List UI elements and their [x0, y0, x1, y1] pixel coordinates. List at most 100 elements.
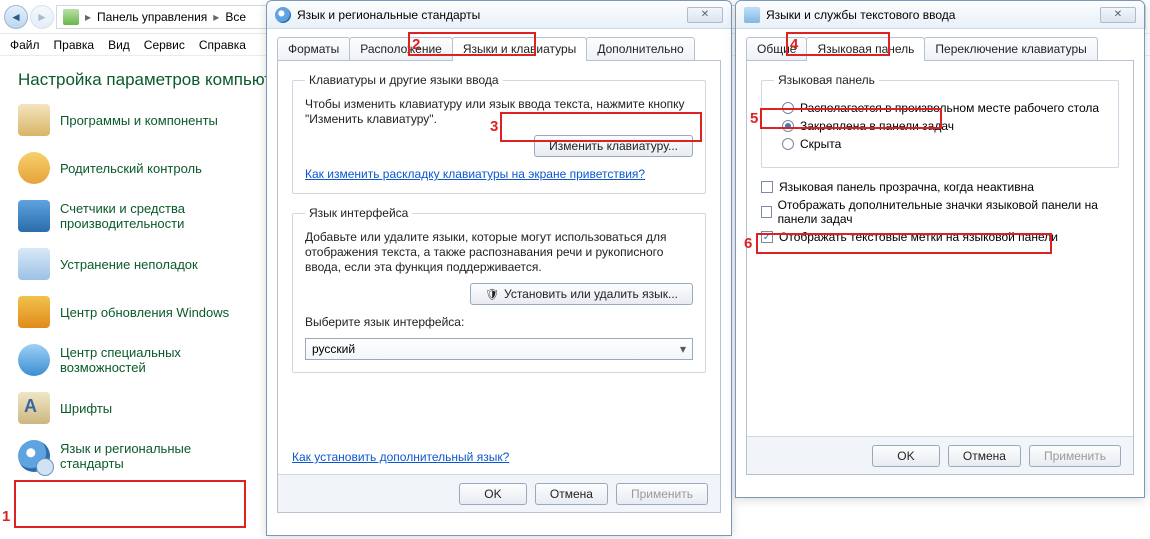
close-button[interactable]: ✕: [687, 7, 723, 23]
cp-item-windows-update[interactable]: Центр обновления Windows: [18, 296, 256, 328]
cp-item-label: Счетчики и средства производительности: [60, 201, 256, 231]
nav-back-button[interactable]: ◄: [4, 5, 28, 29]
cp-item-accessibility[interactable]: Центр специальных возможностей: [18, 344, 256, 376]
dialog-footer: OK Отмена Применить: [747, 436, 1133, 474]
ok-button[interactable]: OK: [459, 483, 527, 505]
dialog-titlebar[interactable]: Язык и региональные стандарты ✕: [267, 1, 731, 29]
callout-number: 2: [412, 36, 420, 53]
cp-item-label: Язык и региональные стандарты: [60, 441, 256, 471]
radio-icon: [782, 120, 794, 132]
callout-number: 6: [744, 235, 752, 252]
nav-fwd-button[interactable]: ►: [30, 5, 54, 29]
cp-item-counters[interactable]: Счетчики и средства производительности: [18, 200, 256, 232]
callout-number: 1: [2, 508, 10, 525]
cp-item-parental[interactable]: Родительский контроль: [18, 152, 256, 184]
checkbox-icon: [761, 206, 772, 218]
group-legend: Язык интерфейса: [305, 206, 412, 220]
cancel-button[interactable]: Отмена: [535, 483, 608, 505]
parental-icon: [18, 152, 50, 184]
globe-icon: [275, 7, 291, 23]
callout-number: 4: [790, 36, 798, 53]
cp-item-fonts[interactable]: Шрифты: [18, 392, 256, 424]
callout-number: 3: [490, 118, 498, 135]
close-button[interactable]: ✕: [1100, 7, 1136, 23]
select-label: Выберите язык интерфейса:: [305, 315, 693, 330]
radio-hidden[interactable]: Скрыта: [782, 137, 1106, 151]
keyboards-group: Клавиатуры и другие языки ввода Чтобы из…: [292, 73, 706, 194]
radio-icon: [782, 138, 794, 150]
group-legend: Языковая панель: [774, 73, 879, 87]
check-transparent[interactable]: Языковая панель прозрачна, когда неактив…: [761, 180, 1119, 194]
cancel-button[interactable]: Отмена: [948, 445, 1021, 467]
check-label: Языковая панель прозрачна, когда неактив…: [779, 180, 1034, 194]
region-dialog: Язык и региональные стандарты ✕ Форматы …: [266, 0, 732, 536]
tab-location[interactable]: Расположение: [349, 37, 453, 60]
ok-button[interactable]: OK: [872, 445, 940, 467]
programs-icon: [18, 104, 50, 136]
ui-language-select[interactable]: русский ▾: [305, 338, 693, 360]
check-text-labels[interactable]: Отображать текстовые метки на языковой п…: [761, 230, 1119, 244]
group-legend: Клавиатуры и другие языки ввода: [305, 73, 503, 87]
menu-help[interactable]: Справка: [199, 38, 246, 52]
dialog-titlebar[interactable]: Языки и службы текстового ввода ✕: [736, 1, 1144, 29]
checkbox-icon: [761, 181, 773, 193]
check-label: Отображать текстовые метки на языковой п…: [779, 230, 1058, 244]
radio-floating[interactable]: Располагается в произвольном месте рабоч…: [782, 101, 1106, 115]
install-extra-lang-link[interactable]: Как установить дополнительный язык?: [292, 450, 509, 464]
group-desc: Чтобы изменить клавиатуру или язык ввода…: [305, 97, 693, 127]
breadcrumb-item[interactable]: Панель управления: [97, 10, 207, 24]
chevron-right-icon: ▸: [213, 10, 219, 24]
tab-formats[interactable]: Форматы: [277, 37, 350, 60]
tab-strip: Форматы Расположение Языки и клавиатуры …: [277, 37, 721, 61]
dialog-footer: OK Отмена Применить: [278, 474, 720, 512]
apply-button[interactable]: Применить: [1029, 445, 1121, 467]
winupd-icon: [18, 296, 50, 328]
tab-advanced[interactable]: Дополнительно: [586, 37, 694, 60]
tab-languages-keyboards[interactable]: Языки и клавиатуры: [452, 37, 587, 61]
menu-file[interactable]: Файл: [10, 38, 40, 52]
trouble-icon: [18, 248, 50, 280]
cp-item-label: Родительский контроль: [60, 161, 202, 176]
control-panel-icon: [63, 9, 79, 25]
dialog-title: Языки и службы текстового ввода: [766, 8, 955, 22]
language-bar-group: Языковая панель Располагается в произвол…: [761, 73, 1119, 168]
menu-edit[interactable]: Правка: [54, 38, 95, 52]
cp-item-label: Устранение неполадок: [60, 257, 198, 272]
cp-item-troubleshoot[interactable]: Устранение неполадок: [18, 248, 256, 280]
cp-item-programs[interactable]: Программы и компоненты: [18, 104, 256, 136]
cp-item-label: Программы и компоненты: [60, 113, 218, 128]
menu-tools[interactable]: Сервис: [144, 38, 185, 52]
counters-icon: [18, 200, 50, 232]
apply-button[interactable]: Применить: [616, 483, 708, 505]
group-desc: Добавьте или удалите языки, которые могу…: [305, 230, 693, 275]
breadcrumb-item[interactable]: Все: [225, 10, 246, 24]
keyboard-icon: [744, 7, 760, 23]
install-language-button[interactable]: Установить или удалить язык...: [470, 283, 693, 305]
tab-language-bar[interactable]: Языковая панель: [806, 37, 925, 61]
welcome-screen-link[interactable]: Как изменить раскладку клавиатуры на экр…: [305, 167, 645, 181]
chevron-down-icon: ▾: [680, 342, 686, 356]
radio-docked[interactable]: Закреплена в панели задач: [782, 119, 1106, 133]
check-label: Отображать дополнительные значки языково…: [778, 198, 1119, 226]
checkbox-icon: [761, 231, 773, 243]
tab-switch-keyboard[interactable]: Переключение клавиатуры: [924, 37, 1097, 60]
text-services-dialog: Языки и службы текстового ввода ✕ Общие …: [735, 0, 1145, 498]
menu-view[interactable]: Вид: [108, 38, 130, 52]
change-keyboard-button[interactable]: Изменить клавиатуру...: [534, 135, 693, 157]
radio-label: Скрыта: [800, 137, 841, 151]
region-icon: [18, 440, 50, 472]
radio-label: Закреплена в панели задач: [800, 119, 954, 133]
chevron-right-icon: ▸: [85, 10, 91, 24]
cp-item-label: Центр обновления Windows: [60, 305, 229, 320]
select-value: русский: [312, 342, 355, 356]
radio-icon: [782, 102, 794, 114]
ui-language-group: Язык интерфейса Добавьте или удалите язы…: [292, 206, 706, 373]
check-extra-icons[interactable]: Отображать дополнительные значки языково…: [761, 198, 1119, 226]
callout-number: 5: [750, 110, 758, 127]
tab-strip: Общие Языковая панель Переключение клави…: [746, 37, 1134, 61]
cp-item-region[interactable]: Язык и региональные стандарты: [18, 440, 256, 472]
radio-label: Располагается в произвольном месте рабоч…: [800, 101, 1099, 115]
cp-item-label: Шрифты: [60, 401, 112, 416]
access-icon: [18, 344, 50, 376]
fonts-icon: [18, 392, 50, 424]
